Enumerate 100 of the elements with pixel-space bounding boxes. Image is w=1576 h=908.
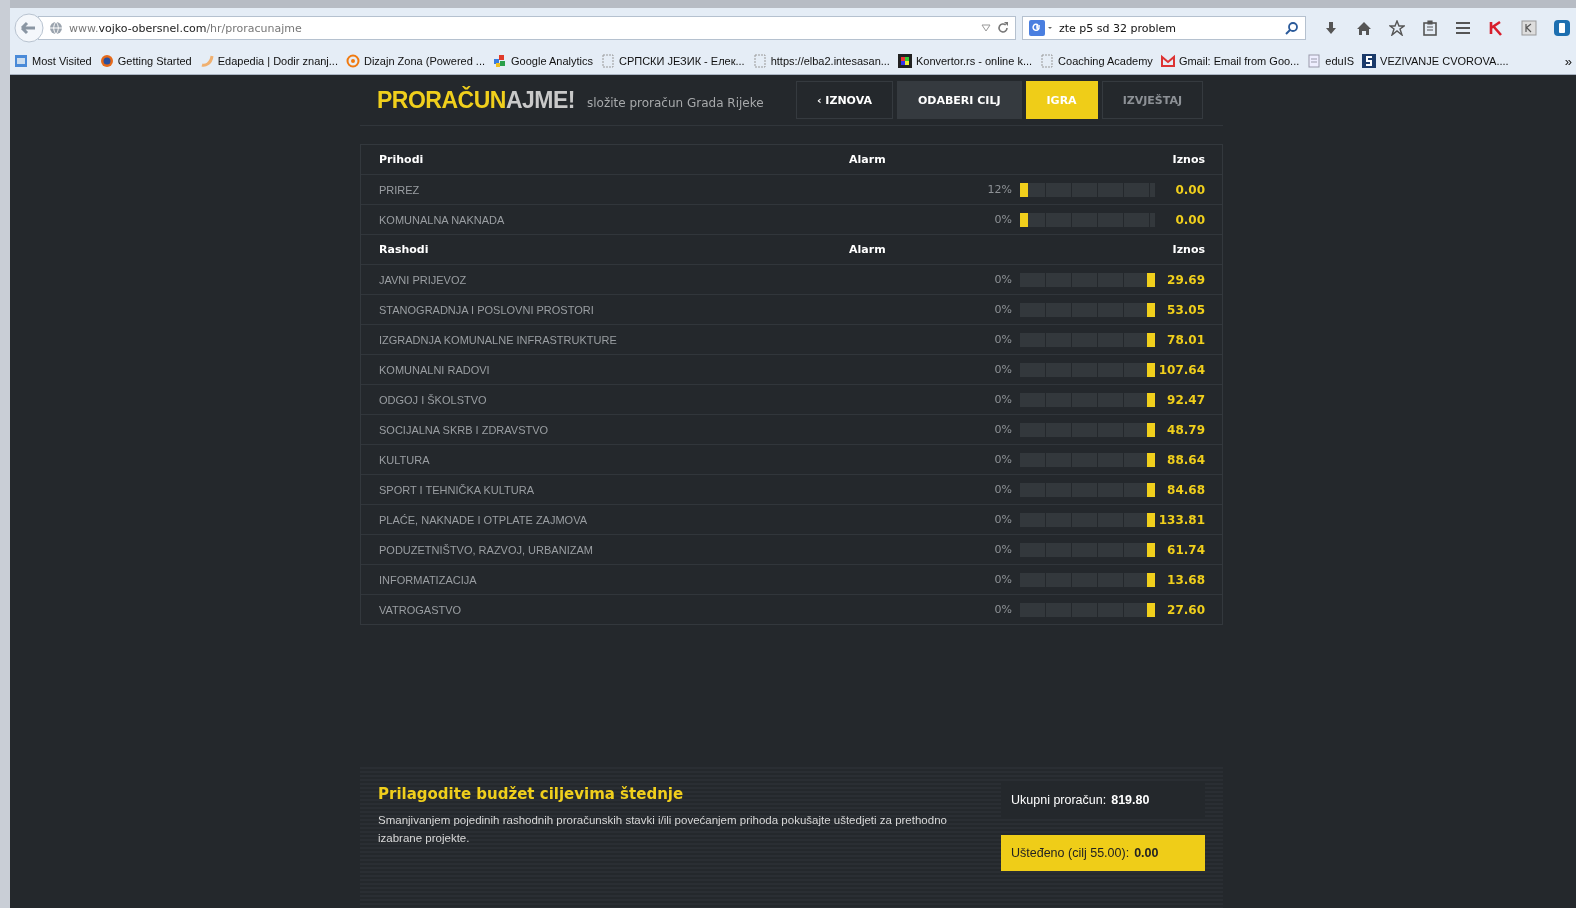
- item-name: INFORMATIZACIJA: [379, 573, 478, 586]
- bookmark[interactable]: https://elba2.intesasan...: [752, 54, 890, 68]
- alarm-percent: 0%: [994, 423, 1012, 436]
- slider-thumb[interactable]: [1147, 512, 1155, 527]
- bookmark[interactable]: Gmail: Email from Goo...: [1160, 54, 1300, 68]
- phone-app-icon[interactable]: [1554, 20, 1570, 36]
- blank-page-icon: [1040, 54, 1055, 68]
- amount: 133.81: [1158, 512, 1205, 527]
- slider-track[interactable]: [1020, 302, 1155, 317]
- slider-track[interactable]: [1020, 512, 1155, 527]
- amount: 107.64: [1158, 362, 1205, 377]
- search-field[interactable]: zte p5 sd 32 problem: [1022, 16, 1306, 40]
- back-button[interactable]: [14, 13, 44, 43]
- slider-track[interactable]: [1020, 362, 1155, 377]
- item-name: PODUZETNIŠTVO, RAZVOJ, URBANIZAM: [379, 543, 594, 556]
- slider-thumb[interactable]: [1147, 392, 1155, 407]
- home-icon[interactable]: [1356, 20, 1372, 36]
- slider-thumb[interactable]: [1147, 452, 1155, 467]
- nav-tab[interactable]: IZVJEŠTAJ: [1101, 81, 1203, 119]
- savings-value: 0.00: [1134, 846, 1159, 860]
- slider-track[interactable]: [1020, 212, 1155, 227]
- alarm-percent: 0%: [994, 213, 1012, 226]
- alarm-percent: 0%: [994, 393, 1012, 406]
- slider-thumb[interactable]: [1147, 422, 1155, 437]
- nav-tab[interactable]: ODABERI CILJ: [896, 81, 1022, 119]
- s-logo-icon: [1362, 54, 1377, 68]
- slider-thumb[interactable]: [1147, 362, 1155, 377]
- slider-thumb[interactable]: [1020, 212, 1028, 227]
- bookmark[interactable]: Konvertor.rs - online k...: [897, 54, 1033, 68]
- bookmark[interactable]: Edapedia | Dodir znanj...: [199, 54, 338, 68]
- item-name: ODGOJ I ŠKOLSTVO: [379, 393, 488, 406]
- column-heading: Alarm: [849, 243, 887, 256]
- total-label: Ukupni proračun:: [1011, 793, 1107, 807]
- slider-thumb[interactable]: [1020, 182, 1028, 197]
- item-name: STANOGRADNJA I POSLOVNI PROSTORI: [379, 303, 595, 316]
- document-icon: [1307, 54, 1322, 68]
- blocks-icon: [493, 54, 508, 68]
- slider-thumb[interactable]: [1147, 332, 1155, 347]
- blank-page-icon: [752, 54, 767, 68]
- slider-track[interactable]: [1020, 542, 1155, 557]
- slider-track[interactable]: [1020, 452, 1155, 467]
- search-icon[interactable]: [1285, 21, 1299, 35]
- address-bar[interactable]: www.vojko-obersnel.com/hr/proracunajme: [38, 16, 1016, 40]
- slider-thumb[interactable]: [1147, 272, 1155, 287]
- savings-label: Ušteđeno (cilj 55.00):: [1011, 846, 1130, 860]
- slider-thumb[interactable]: [1147, 542, 1155, 557]
- url-text: www.vojko-obersnel.com/hr/proracunajme: [69, 21, 302, 35]
- page-icon: [14, 54, 28, 68]
- amount: 88.64: [1167, 452, 1205, 467]
- tiles-icon: [897, 54, 912, 68]
- bookmark[interactable]: Most Visited: [14, 54, 92, 68]
- search-engine-icon[interactable]: [1029, 20, 1053, 36]
- blank-page-icon: [601, 54, 615, 68]
- item-name: PRIREZ: [379, 183, 421, 196]
- slider-track[interactable]: [1020, 572, 1155, 587]
- slider-track[interactable]: [1020, 182, 1155, 197]
- k-square-icon[interactable]: [1521, 20, 1537, 36]
- bookmark[interactable]: Dizajn Zona (Powered ...: [346, 54, 486, 68]
- slider-track[interactable]: [1020, 482, 1155, 497]
- overflow-chevron[interactable]: »: [1564, 53, 1572, 69]
- slider-track[interactable]: [1020, 272, 1155, 287]
- reload-icon[interactable]: [997, 22, 1009, 34]
- amount: 27.60: [1167, 602, 1205, 617]
- alarm-percent: 0%: [994, 303, 1012, 316]
- bookmark[interactable]: Google Analytics: [493, 54, 593, 68]
- clipboard-icon[interactable]: [1422, 20, 1438, 36]
- total-value: 819.80: [1111, 793, 1150, 807]
- download-icon[interactable]: [1323, 20, 1339, 36]
- bookmark[interactable]: Getting Started: [99, 54, 192, 68]
- nav-tab[interactable]: ‹ IZNOVA: [795, 81, 893, 119]
- bookmark[interactable]: Coaching Academy: [1040, 54, 1153, 68]
- k-mark-icon[interactable]: [1488, 20, 1504, 36]
- item-name: IZGRADNJA KOMUNALNE INFRASTRUKTURE: [379, 333, 618, 346]
- item-name: KULTURA: [379, 453, 431, 466]
- bookmark[interactable]: СРПСКИ ЈЕЗИК - Елек...: [601, 54, 745, 68]
- bookmark[interactable]: eduIS: [1307, 54, 1355, 68]
- logo: PRORAČUNAJME!: [377, 86, 575, 114]
- amount: 29.69: [1167, 272, 1205, 287]
- slider-track[interactable]: [1020, 332, 1155, 347]
- alarm-percent: 12%: [987, 183, 1012, 196]
- slider-track[interactable]: [1020, 392, 1155, 407]
- slider-thumb[interactable]: [1147, 482, 1155, 497]
- item-name: SOCIJALNA SKRB I ZDRAVSTVO: [379, 423, 550, 436]
- bookmark[interactable]: VEZIVANJE CVOROVA....: [1362, 54, 1509, 68]
- slider-thumb[interactable]: [1147, 602, 1155, 617]
- star-icon[interactable]: [1389, 20, 1405, 36]
- mail-icon: [1160, 54, 1175, 68]
- alarm-percent: 0%: [994, 363, 1012, 376]
- alarm-percent: 0%: [994, 543, 1012, 556]
- menu-icon[interactable]: [1455, 20, 1471, 36]
- slider-track[interactable]: [1020, 422, 1155, 437]
- amount: 92.47: [1167, 392, 1205, 407]
- item-name: KOMUNALNI RADOVI: [379, 363, 491, 376]
- item-name: VATROGASTVO: [379, 603, 463, 616]
- slider-track[interactable]: [1020, 602, 1155, 617]
- section-heading: Rashodi: [379, 243, 430, 256]
- footer-heading: Prilagodite budžet ciljevima štednje: [378, 785, 685, 803]
- slider-thumb[interactable]: [1147, 302, 1155, 317]
- column-heading: Iznos: [1172, 153, 1205, 166]
- slider-thumb[interactable]: [1147, 572, 1155, 587]
